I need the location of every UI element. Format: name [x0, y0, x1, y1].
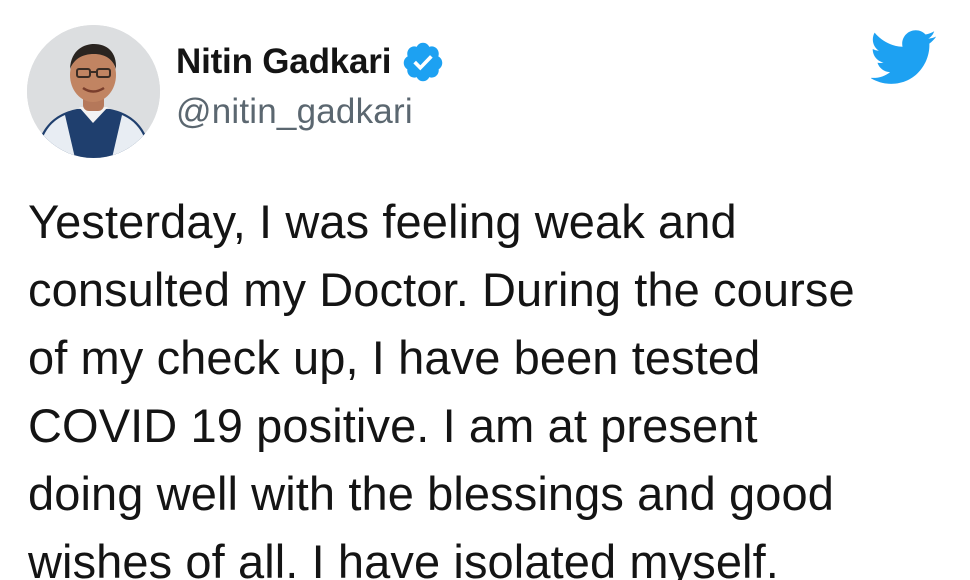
- display-name[interactable]: Nitin Gadkari: [176, 42, 391, 82]
- tweet-line: wishes of all. I have isolated myself.: [28, 535, 779, 580]
- tweet-line: COVID 19 positive. I am at present: [28, 399, 758, 452]
- author-handle[interactable]: @nitin_gadkari: [176, 92, 445, 132]
- tweet-card: Nitin Gadkari @nitin_gadkari Yesterday, …: [0, 0, 970, 580]
- verified-badge-icon: [401, 40, 445, 84]
- avatar[interactable]: [27, 25, 160, 158]
- avatar-image: [27, 25, 160, 158]
- tweet-line: of my check up, I have been tested: [28, 331, 761, 384]
- tweet-line: doing well with the blessings and good: [28, 467, 834, 520]
- twitter-bird-icon[interactable]: [870, 30, 937, 84]
- display-name-row: Nitin Gadkari: [176, 38, 445, 86]
- tweet-line: consulted my Doctor. During the course: [28, 263, 855, 316]
- tweet-line: Yesterday, I was feeling weak and: [28, 195, 737, 248]
- tweet-text: Yesterday, I was feeling weak and consul…: [28, 188, 958, 580]
- author-block: Nitin Gadkari @nitin_gadkari: [176, 38, 445, 132]
